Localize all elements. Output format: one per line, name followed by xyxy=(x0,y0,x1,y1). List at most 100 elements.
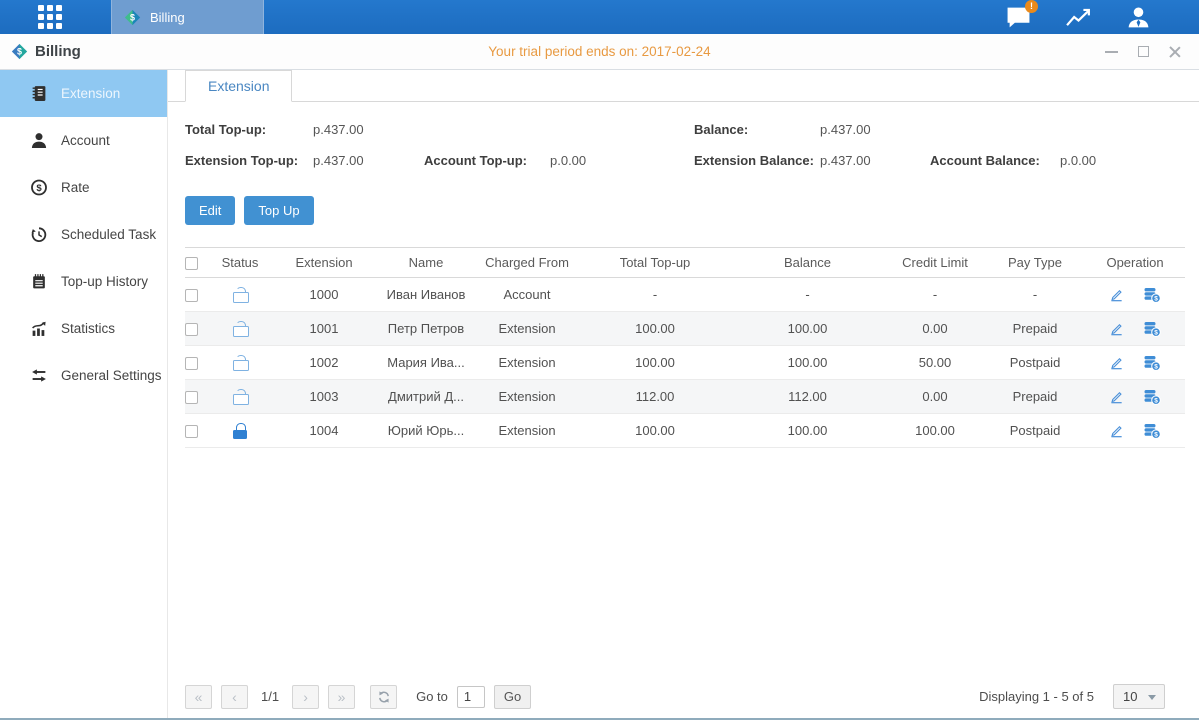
row-checkbox[interactable] xyxy=(185,323,198,336)
cell-extension: 1004 xyxy=(270,414,378,448)
svg-text:$: $ xyxy=(17,47,22,57)
svg-text:$: $ xyxy=(1154,397,1158,404)
app-launcher-button[interactable] xyxy=(31,0,69,34)
topup-row-icon[interactable]: $ xyxy=(1143,355,1161,371)
prev-page-button[interactable]: ‹ xyxy=(221,685,248,709)
notifications-button[interactable]: ! xyxy=(1005,4,1032,31)
table-header-row: Status Extension Name Charged From Total… xyxy=(185,248,1185,278)
user-account-button[interactable] xyxy=(1125,4,1152,31)
cell-credit-limit: 100.00 xyxy=(885,414,985,448)
close-button[interactable] xyxy=(1168,45,1182,59)
general-settings-arrows-icon xyxy=(30,367,48,384)
cell-total-topup: 100.00 xyxy=(580,346,730,380)
sidebar-item-scheduled-task[interactable]: Scheduled Task xyxy=(0,211,167,258)
topup-row-icon[interactable]: $ xyxy=(1143,389,1161,405)
trial-notice: Your trial period ends on: 2017-02-24 xyxy=(0,44,1199,59)
cell-total-topup: - xyxy=(580,278,730,312)
svg-text:$: $ xyxy=(1154,329,1158,336)
top-navbar: $ Billing ! xyxy=(0,0,1199,34)
sidebar-item-label: Rate xyxy=(61,180,90,195)
minimize-button[interactable] xyxy=(1104,45,1118,59)
action-buttons: Edit Top Up xyxy=(168,196,1199,225)
page-size-select[interactable]: 10 xyxy=(1113,684,1165,709)
topup-row-icon[interactable]: $ xyxy=(1143,423,1161,439)
col-header-charged-from: Charged From xyxy=(474,248,580,278)
edit-row-icon[interactable] xyxy=(1109,321,1124,336)
cell-charged-from: Extension xyxy=(474,346,580,380)
cell-pay-type: Postpaid xyxy=(985,346,1085,380)
cell-extension: 1003 xyxy=(270,380,378,414)
col-header-extension: Extension xyxy=(270,248,378,278)
lock-status-icon[interactable] xyxy=(233,423,248,439)
topup-row-icon[interactable]: $ xyxy=(1143,321,1161,337)
cell-total-topup: 100.00 xyxy=(580,312,730,346)
svg-text:$: $ xyxy=(1154,295,1158,302)
sidebar-item-rate[interactable]: $ Rate xyxy=(0,164,167,211)
balance-label: Balance: xyxy=(694,122,748,137)
row-checkbox[interactable] xyxy=(185,391,198,404)
billing-diamond-icon: $ xyxy=(124,9,141,26)
goto-label: Go to xyxy=(416,689,448,704)
cell-pay-type: Prepaid xyxy=(985,312,1085,346)
billing-app-window: $ Billing ! $ Billing Your trial period … xyxy=(0,0,1199,720)
extension-topup-value: p.437.00 xyxy=(313,153,364,168)
total-topup-value: p.437.00 xyxy=(313,122,364,137)
page-size-value: 10 xyxy=(1123,689,1137,704)
lock-status-icon[interactable] xyxy=(233,355,248,371)
sidebar-item-label: Account xyxy=(61,133,110,148)
cell-total-topup: 112.00 xyxy=(580,380,730,414)
maximize-button[interactable] xyxy=(1136,45,1150,59)
cell-balance: 100.00 xyxy=(730,312,885,346)
cell-balance: 100.00 xyxy=(730,346,885,380)
edit-row-icon[interactable] xyxy=(1109,287,1124,302)
sidebar-item-extension[interactable]: Extension xyxy=(0,70,167,117)
sidebar-item-account[interactable]: Account xyxy=(0,117,167,164)
tab-extension[interactable]: Extension xyxy=(185,70,292,102)
table-row: 1003 Дмитрий Д... Extension 112.00 112.0… xyxy=(185,380,1185,414)
extension-balance-label: Extension Balance: xyxy=(694,153,814,168)
sidebar-item-statistics[interactable]: Statistics xyxy=(0,305,167,352)
user-icon xyxy=(1126,5,1151,30)
total-topup-label: Total Top-up: xyxy=(185,122,266,137)
line-chart-icon xyxy=(1065,5,1092,29)
edit-button[interactable]: Edit xyxy=(185,196,235,225)
lock-status-icon[interactable] xyxy=(233,321,248,337)
cell-balance: 112.00 xyxy=(730,380,885,414)
cell-balance: 100.00 xyxy=(730,414,885,448)
resource-monitor-button[interactable] xyxy=(1065,4,1092,31)
sidebar-item-general-settings[interactable]: General Settings xyxy=(0,352,167,399)
cell-credit-limit: - xyxy=(885,278,985,312)
edit-row-icon[interactable] xyxy=(1109,389,1124,404)
navbar-tab-billing[interactable]: $ Billing xyxy=(111,0,264,34)
col-header-pay-type: Pay Type xyxy=(985,248,1085,278)
cell-name: Иван Иванов xyxy=(378,278,474,312)
first-page-button[interactable]: « xyxy=(185,685,212,709)
last-page-button[interactable]: » xyxy=(328,685,355,709)
edit-row-icon[interactable] xyxy=(1109,423,1124,438)
col-header-balance: Balance xyxy=(730,248,885,278)
lock-status-icon[interactable] xyxy=(233,287,248,303)
lock-status-icon[interactable] xyxy=(233,389,248,405)
top-up-button[interactable]: Top Up xyxy=(244,196,313,225)
sidebar-item-topup-history[interactable]: Top-up History xyxy=(0,258,167,305)
go-button[interactable]: Go xyxy=(494,685,531,709)
window-title: Billing xyxy=(35,43,81,60)
row-checkbox[interactable] xyxy=(185,289,198,302)
next-page-button[interactable]: › xyxy=(292,685,319,709)
refresh-button[interactable] xyxy=(370,685,397,709)
table-row: 1004 Юрий Юрь... Extension 100.00 100.00… xyxy=(185,414,1185,448)
select-all-checkbox[interactable] xyxy=(185,257,198,270)
svg-text:$: $ xyxy=(130,12,135,22)
cell-name: Юрий Юрь... xyxy=(378,414,474,448)
goto-page-input[interactable] xyxy=(457,686,485,708)
cell-charged-from: Extension xyxy=(474,414,580,448)
row-checkbox[interactable] xyxy=(185,425,198,438)
row-checkbox[interactable] xyxy=(185,357,198,370)
cell-charged-from: Account xyxy=(474,278,580,312)
statistics-chart-icon xyxy=(30,320,48,337)
edit-row-icon[interactable] xyxy=(1109,355,1124,370)
cell-extension: 1000 xyxy=(270,278,378,312)
sidebar-item-label: General Settings xyxy=(61,368,162,383)
sidebar-item-label: Extension xyxy=(61,86,120,101)
topup-row-icon[interactable]: $ xyxy=(1143,287,1161,303)
